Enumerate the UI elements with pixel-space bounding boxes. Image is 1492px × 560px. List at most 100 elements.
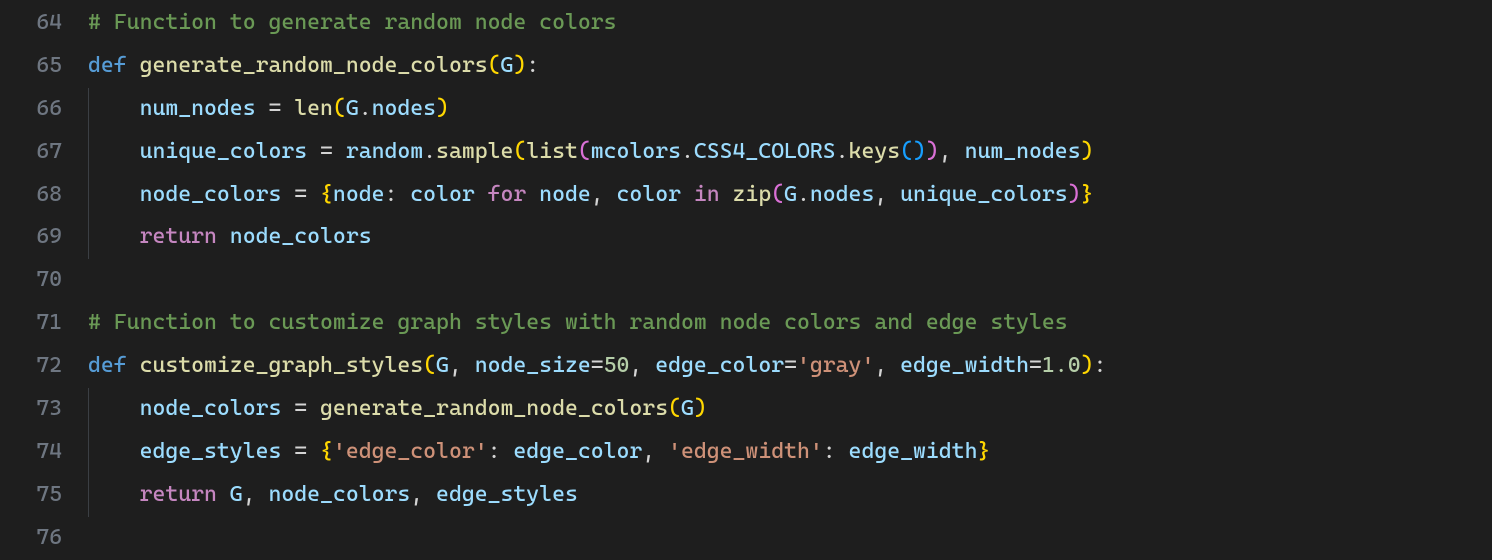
line-number: 64 — [0, 2, 62, 45]
code-token — [217, 224, 230, 249]
code-token: mcolors — [591, 139, 681, 164]
code-token: ( — [333, 96, 346, 121]
code-token — [88, 139, 140, 164]
code-token: , — [874, 353, 900, 378]
code-area[interactable]: # Function to generate random node color… — [88, 2, 1492, 560]
code-token: , — [642, 439, 668, 464]
code-line[interactable]: return node_colors — [88, 216, 1492, 259]
indent-guide — [88, 131, 89, 174]
code-token: ) — [436, 96, 449, 121]
code-token: : — [488, 439, 514, 464]
indent-guide — [88, 474, 89, 517]
code-token: ( — [771, 182, 784, 207]
code-token: () — [900, 139, 926, 164]
code-token: , — [449, 353, 475, 378]
code-token: ) — [1081, 139, 1094, 164]
code-token — [127, 53, 140, 78]
line-number: 73 — [0, 388, 62, 431]
code-token: def — [88, 353, 127, 378]
line-number: 70 — [0, 259, 62, 302]
line-number-gutter: 64656667686970717273747576 — [0, 2, 88, 560]
code-line[interactable] — [88, 259, 1492, 302]
code-editor[interactable]: 64656667686970717273747576 # Function to… — [0, 0, 1492, 560]
code-token: 50 — [604, 353, 630, 378]
code-token: ) — [1068, 182, 1081, 207]
code-token: 'edge_color' — [333, 439, 488, 464]
code-token: node_colors — [268, 482, 410, 507]
code-token: sample — [436, 139, 513, 164]
code-token: random — [346, 139, 423, 164]
line-number: 66 — [0, 88, 62, 131]
line-number: 65 — [0, 45, 62, 88]
code-token — [88, 96, 140, 121]
code-token: : — [384, 182, 410, 207]
code-line[interactable]: return G, node_colors, edge_styles — [88, 474, 1492, 517]
code-line[interactable]: # Function to customize graph styles wit… — [88, 302, 1492, 345]
code-token: ) — [926, 139, 939, 164]
code-line[interactable]: def generate_random_node_colors(G): — [88, 45, 1492, 88]
code-token: node_colors — [140, 396, 282, 421]
code-line[interactable]: edge_styles = {'edge_color': edge_color,… — [88, 431, 1492, 474]
code-line[interactable]: def customize_graph_styles(G, node_size=… — [88, 345, 1492, 388]
code-token — [88, 482, 140, 507]
line-number: 74 — [0, 431, 62, 474]
code-token: = — [784, 353, 797, 378]
code-token: def — [88, 53, 127, 78]
code-token — [88, 224, 140, 249]
code-token: len — [294, 96, 333, 121]
line-number: 71 — [0, 302, 62, 345]
code-token: unique_colors — [900, 182, 1068, 207]
code-token: , — [410, 482, 436, 507]
code-token: ) — [1081, 353, 1094, 378]
code-line[interactable]: unique_colors = random.sample(list(mcolo… — [88, 131, 1492, 174]
code-token: } — [1081, 182, 1094, 207]
code-token: 'edge_width' — [668, 439, 823, 464]
code-line[interactable]: num_nodes = len(G.nodes) — [88, 88, 1492, 131]
code-token: = — [281, 182, 320, 207]
line-number: 75 — [0, 474, 62, 517]
code-token — [681, 182, 694, 207]
code-line[interactable]: node_colors = {node: color for node, col… — [88, 174, 1492, 217]
code-token: edge_styles — [436, 482, 578, 507]
code-token: generate_random_node_colors — [320, 396, 668, 421]
code-token — [88, 182, 140, 207]
code-token: 'gray' — [797, 353, 874, 378]
code-token: . — [681, 139, 694, 164]
code-token: color — [617, 182, 681, 207]
code-line[interactable]: node_colors = generate_random_node_color… — [88, 388, 1492, 431]
code-token: unique_colors — [140, 139, 308, 164]
line-number: 72 — [0, 345, 62, 388]
code-line[interactable] — [88, 517, 1492, 560]
code-token: return — [140, 224, 217, 249]
code-token: ) — [513, 53, 526, 78]
code-token: : — [526, 53, 539, 78]
code-token: . — [836, 139, 849, 164]
code-token: ( — [488, 53, 501, 78]
code-line[interactable]: # Function to generate random node color… — [88, 2, 1492, 45]
code-token: node — [333, 182, 385, 207]
code-token: for — [488, 182, 527, 207]
code-token: . — [423, 139, 436, 164]
code-token: G — [681, 396, 694, 421]
code-token: nodes — [372, 96, 436, 121]
code-token — [217, 482, 230, 507]
indent-guide — [88, 174, 89, 217]
line-number: 68 — [0, 174, 62, 217]
code-token: # Function to generate random node color… — [88, 10, 617, 35]
code-token: = — [591, 353, 604, 378]
code-token: edge_width — [900, 353, 1029, 378]
line-number: 76 — [0, 517, 62, 560]
code-token: = — [281, 439, 320, 464]
code-token: G — [436, 353, 449, 378]
line-number: 69 — [0, 216, 62, 259]
code-token: in — [694, 182, 720, 207]
code-token: keys — [849, 139, 901, 164]
code-token: = — [256, 96, 295, 121]
code-token: ) — [694, 396, 707, 421]
code-token: , — [629, 353, 655, 378]
code-token: . — [359, 96, 372, 121]
code-token: node_colors — [230, 224, 372, 249]
code-token: node — [539, 182, 591, 207]
code-token: 1.0 — [1042, 353, 1081, 378]
code-token: , — [243, 482, 269, 507]
